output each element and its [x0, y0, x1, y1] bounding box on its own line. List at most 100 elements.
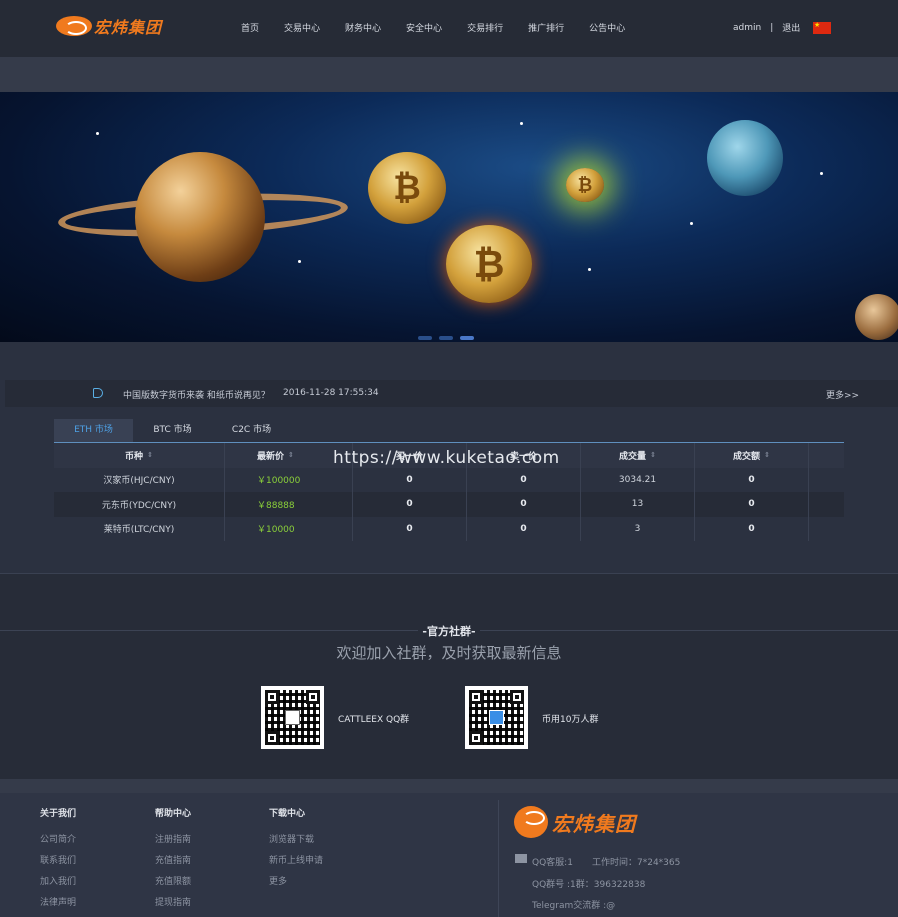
cell-buy: 0 [353, 492, 467, 517]
qq-service: QQ客服:1 [532, 858, 573, 868]
footer-divider [498, 800, 499, 917]
star-decor [820, 172, 823, 175]
footer-link[interactable]: 提现指南 [155, 895, 191, 908]
footer-col-title: 下载中心 [269, 809, 306, 819]
top-header: 宏炜集团 首页 交易中心 财务中心 安全中心 交易排行 推广排行 公告中心 ad… [0, 0, 898, 57]
footer-link[interactable]: 注册指南 [155, 832, 191, 845]
footer-col-title: 帮助中心 [155, 809, 192, 819]
footer-link[interactable]: 浏览器下载 [269, 832, 323, 845]
logo[interactable]: 宏炜集团 [56, 14, 162, 38]
footer-col-title: 关于我们 [40, 809, 77, 819]
header-coin[interactable]: 币种 ⇕ [54, 443, 225, 468]
username-link[interactable]: admin [733, 23, 761, 33]
header-coin-label: 币种 [125, 451, 144, 462]
nav-announcements[interactable]: 公告中心 [589, 21, 625, 34]
table-row[interactable]: 汉家币(HJC/CNY) ￥100000 0 0 3034.21 0 [54, 467, 844, 492]
cell-coin: 汉家币(HJC/CNY) [54, 467, 225, 492]
speaker-icon [93, 388, 103, 398]
header-volume-label: 成交量 [619, 451, 647, 462]
carousel-dot[interactable] [439, 336, 453, 340]
carousel-dots [418, 336, 481, 340]
carousel-dot[interactable] [418, 336, 432, 340]
header-strip [0, 57, 898, 92]
nav-trade-center[interactable]: 交易中心 [284, 21, 320, 34]
hero-banner[interactable]: ₿ ₿ ₿ [0, 92, 898, 342]
footer-logo-text: 宏炜集团 [552, 811, 636, 836]
footer-link[interactable]: 法律声明 [40, 895, 76, 908]
notice-more-link[interactable]: 更多>> [826, 388, 859, 401]
bitcoin-coin-icon: ₿ [566, 168, 604, 202]
user-area: admin | 退出 [733, 21, 800, 35]
nav-promo-ranking[interactable]: 推广排行 [528, 21, 564, 34]
cell-volume: 3 [581, 516, 695, 541]
main-nav: 首页 交易中心 财务中心 安全中心 交易排行 推广排行 公告中心 [241, 21, 650, 34]
qr-avatar-icon [285, 710, 300, 725]
qr-finder [469, 731, 483, 745]
star-decor [588, 268, 591, 271]
cell-volume: 13 [581, 492, 695, 517]
qq-group-number: QQ群号 :1群：396322838 [532, 880, 646, 890]
nav-home[interactable]: 首页 [241, 21, 259, 34]
footer [0, 779, 898, 917]
footer-link[interactable]: 联系我们 [40, 853, 76, 866]
qr-finder [265, 731, 279, 745]
footer-link[interactable]: 新币上线申请 [269, 853, 323, 866]
footer-link[interactable]: 充值限额 [155, 874, 191, 887]
saturn-planet-image [135, 152, 265, 282]
footer-link[interactable]: 更多 [269, 874, 323, 887]
sort-icon: ⇕ [147, 451, 153, 460]
blue-planet-image [707, 120, 783, 196]
footer-link[interactable]: 加入我们 [40, 874, 76, 887]
footer-col-download: 下载中心 浏览器下载 新币上线申请 更多 [269, 806, 323, 895]
footer-link[interactable]: 充值指南 [155, 853, 191, 866]
china-flag-icon[interactable] [813, 21, 831, 34]
cell-sell: 0 [467, 467, 581, 492]
cell-sell: 0 [467, 492, 581, 517]
cell-price: ￥100000 [225, 467, 353, 492]
community-title-text: -官方社群- [418, 625, 480, 638]
nav-security-center[interactable]: 安全中心 [406, 21, 442, 34]
qr-finder [306, 690, 320, 704]
qr-app-icon [489, 710, 504, 725]
wechat-group-qr-code [465, 686, 528, 749]
cell-amount: 0 [695, 492, 809, 517]
market-tabs: ETH 市场 BTC 市场 C2C 市场 [54, 419, 291, 442]
community-section [0, 574, 898, 779]
small-planet-image [855, 294, 898, 340]
table-row[interactable]: 元东币(YDC/CNY) ￥88888 0 0 13 0 [54, 492, 844, 517]
work-time: 工作时间：7*24*365 [592, 858, 681, 868]
qq-group-qr-code [261, 686, 324, 749]
star-decor [520, 122, 523, 125]
notice-time: 2016-11-28 17:55:34 [283, 388, 379, 398]
header-amount[interactable]: 成交额 ⇕ [695, 443, 809, 468]
logo-text: 宏炜集团 [94, 18, 163, 37]
tab-btc-market[interactable]: BTC 市场 [133, 419, 212, 442]
bitcoin-coin-icon: ₿ [368, 152, 446, 224]
header-price-label: 最新价 [257, 451, 285, 462]
qr-pattern [265, 690, 320, 745]
telegram-group: Telegram交流群 :@ [532, 901, 616, 911]
cell-buy: 0 [353, 467, 467, 492]
watermark-text: https://www.kuketao.com [333, 448, 560, 468]
tab-eth-market[interactable]: ETH 市场 [54, 419, 133, 442]
nav-finance-center[interactable]: 财务中心 [345, 21, 381, 34]
nav-trade-ranking[interactable]: 交易排行 [467, 21, 503, 34]
carousel-dot-active[interactable] [460, 336, 474, 340]
star-decor [298, 260, 301, 263]
qq-group-label: CATTLEEX QQ群 [338, 715, 410, 725]
star-decor [96, 132, 99, 135]
cell-price: ￥88888 [225, 492, 353, 517]
sort-icon: ⇕ [650, 451, 656, 460]
logout-link[interactable]: 退出 [782, 21, 800, 34]
sort-icon: ⇕ [764, 451, 770, 460]
tab-c2c-market[interactable]: C2C 市场 [212, 419, 291, 442]
footer-link[interactable]: 公司简介 [40, 832, 76, 845]
notice-title[interactable]: 中国版数字货币来袭 和纸币说再见？ [123, 388, 270, 401]
table-row[interactable]: 莱特币(LTC/CNY) ￥10000 0 0 3 0 [54, 516, 844, 541]
community-subtitle: 欢迎加入社群，及时获取最新信息 [336, 644, 562, 662]
star-decor [690, 222, 693, 225]
cell-amount: 0 [695, 516, 809, 541]
header-volume[interactable]: 成交量 ⇕ [581, 443, 695, 468]
community-title: -官方社群- [0, 623, 898, 639]
cell-sell: 0 [467, 516, 581, 541]
